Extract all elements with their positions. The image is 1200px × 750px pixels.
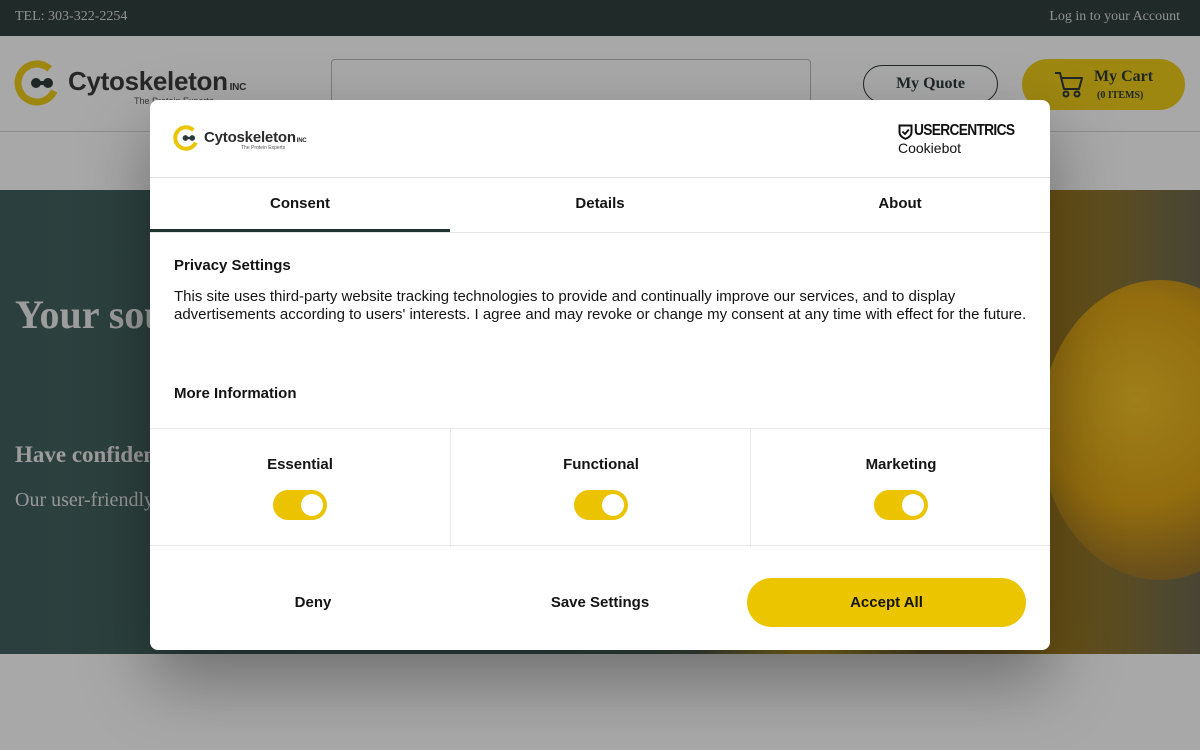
dialog-logo: CytoskeletonINC The Protein Experts: [173, 125, 323, 155]
dialog-header: CytoskeletonINC The Protein Experts USER…: [150, 100, 1050, 178]
tab-details[interactable]: Details: [450, 178, 750, 233]
tab-about[interactable]: About: [750, 178, 1050, 233]
toggle-knob: [602, 494, 624, 516]
category-label: Marketing: [865, 456, 937, 473]
marketing-toggle[interactable]: [874, 490, 928, 520]
category-essential: Essential: [150, 429, 450, 547]
provider-sub: Cookiebot: [898, 140, 962, 156]
logo-mark-icon: [173, 125, 199, 151]
dialog-logo-wordmark: CytoskeletonINC: [204, 129, 307, 146]
save-settings-button[interactable]: Save Settings: [461, 578, 739, 627]
category-label: Essential: [267, 456, 333, 473]
privacy-description: This site uses third-party website track…: [174, 288, 1027, 323]
accept-all-button[interactable]: Accept All: [747, 578, 1026, 627]
functional-toggle[interactable]: [574, 490, 628, 520]
dialog-logo-tagline: The Protein Experts: [241, 145, 286, 151]
consent-categories: Essential Functional Marketing: [150, 428, 1050, 547]
deny-button[interactable]: Deny: [174, 578, 452, 627]
privacy-settings-heading: Privacy Settings: [174, 257, 291, 274]
essential-toggle[interactable]: [273, 490, 327, 520]
cookiebot-logo[interactable]: USERCENTRICS Cookiebot: [898, 122, 1015, 158]
toggle-knob: [902, 494, 924, 516]
provider-brand: USERCENTRICS: [914, 122, 1015, 139]
shield-icon: [898, 124, 913, 140]
tab-consent[interactable]: Consent: [150, 178, 450, 232]
category-label: Functional: [563, 456, 639, 473]
category-functional: Functional: [450, 429, 750, 547]
cookie-consent-dialog: CytoskeletonINC The Protein Experts USER…: [150, 100, 1050, 650]
category-marketing: Marketing: [750, 429, 1050, 547]
dialog-tabs: Consent Details About: [150, 178, 1050, 233]
more-information-link[interactable]: More Information: [174, 385, 297, 402]
toggle-knob: [301, 494, 323, 516]
dialog-actions: Deny Save Settings Accept All: [150, 546, 1050, 650]
